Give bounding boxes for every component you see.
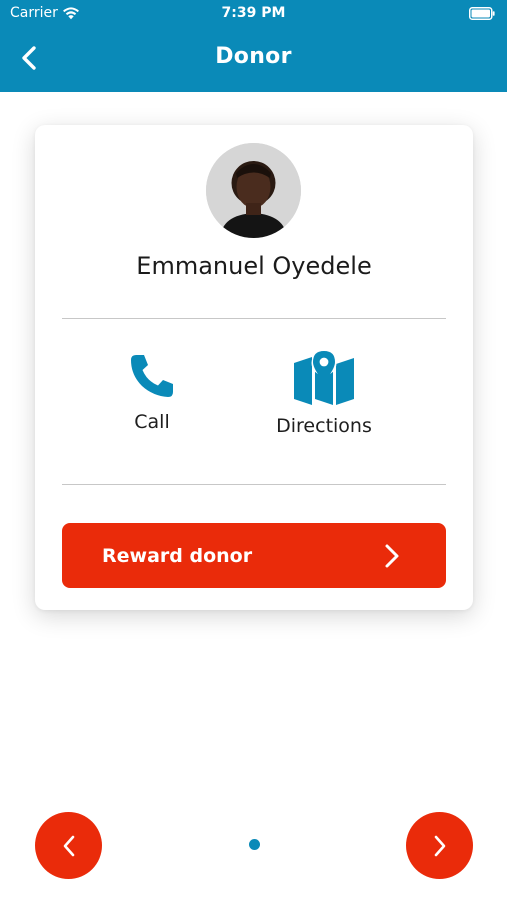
donor-card: Emmanuel Oyedele Call Directions Reward … <box>35 125 473 610</box>
nav-bar: Donor <box>0 28 507 92</box>
donor-screen: Carrier 7:39 PM Donor Emmanuel Oyedele C… <box>0 0 507 900</box>
app-header: Carrier 7:39 PM Donor <box>0 0 507 92</box>
call-action[interactable]: Call <box>102 351 202 433</box>
chevron-left-icon <box>63 835 74 856</box>
directions-label: Directions <box>276 415 372 437</box>
next-button[interactable] <box>406 812 473 879</box>
battery-icon <box>469 7 495 20</box>
chevron-right-icon <box>434 835 445 856</box>
previous-button[interactable] <box>35 812 102 879</box>
divider-bottom <box>62 484 446 485</box>
reward-donor-label: Reward donor <box>102 544 253 567</box>
donor-name: Emmanuel Oyedele <box>136 252 372 280</box>
chevron-right-icon <box>385 544 399 567</box>
directions-action[interactable]: Directions <box>259 349 389 437</box>
avatar-photo <box>206 143 301 238</box>
page-indicator-dot <box>249 839 260 850</box>
page-title: Donor <box>215 44 292 69</box>
map-pin-icon <box>294 350 354 405</box>
status-time: 7:39 PM <box>221 5 286 21</box>
status-bar: Carrier 7:39 PM <box>0 0 507 28</box>
reward-donor-button[interactable]: Reward donor <box>62 523 446 588</box>
call-label: Call <box>134 411 170 433</box>
divider-top <box>62 318 446 319</box>
phone-icon <box>131 355 173 397</box>
donor-avatar <box>206 143 301 238</box>
